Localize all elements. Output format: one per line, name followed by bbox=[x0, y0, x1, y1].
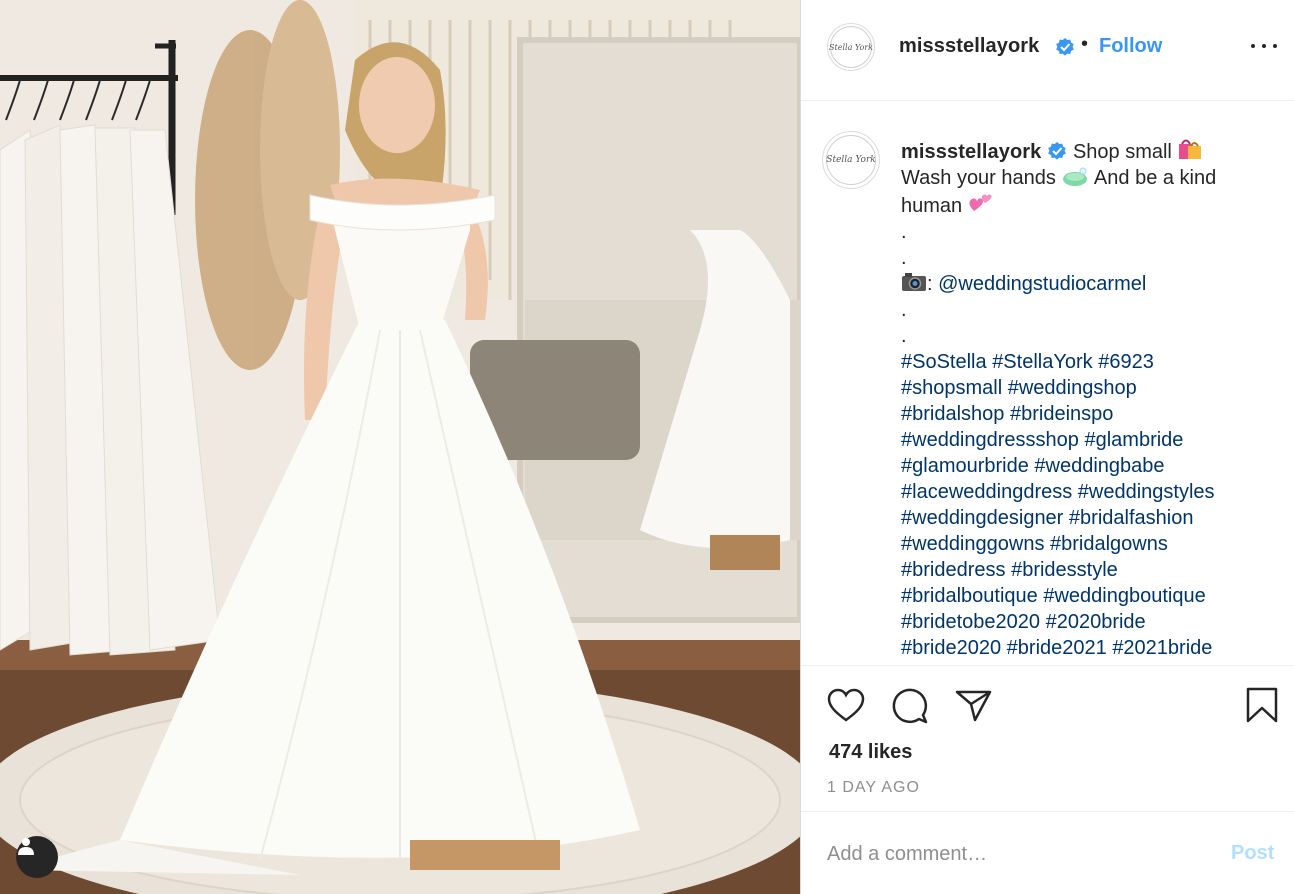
caption-dot-2: . bbox=[901, 247, 907, 269]
caption-area: Stella York missstellayork Shop small Wa… bbox=[801, 101, 1294, 666]
header-username[interactable]: missstellayork bbox=[899, 35, 1039, 58]
post-header: Stella York missstellayork • Follow bbox=[801, 0, 1294, 101]
hashtag-link[interactable]: #bridalshop bbox=[901, 403, 1004, 425]
verified-badge-icon bbox=[1056, 38, 1074, 56]
hashtag-line: #bridalboutique #weddingboutique bbox=[901, 583, 1281, 609]
post-comment-button[interactable]: Post bbox=[1231, 842, 1274, 865]
hashtag-link[interactable]: #weddingdressshop bbox=[901, 429, 1079, 451]
hashtag-line: #bridedress #bridesstyle bbox=[901, 557, 1281, 583]
avatar-logo-text: Stella York bbox=[829, 26, 873, 68]
hashtag-line: #weddingdressshop #glambride bbox=[901, 427, 1281, 453]
hashtag-link[interactable]: #2021bride bbox=[1112, 637, 1212, 659]
hashtag-link[interactable]: #weddinggowns bbox=[901, 533, 1044, 555]
caption-dot-1: . bbox=[901, 221, 907, 243]
hashtag-link[interactable]: #bride2020 bbox=[901, 637, 1001, 659]
hashtag-line: #bride2020 #bride2021 #2021bride bbox=[901, 635, 1281, 661]
comment-input[interactable] bbox=[827, 838, 1207, 870]
soap-icon bbox=[1063, 167, 1088, 186]
bookmark-icon[interactable] bbox=[1245, 686, 1279, 724]
caption-avatar-logo-text: Stella York bbox=[826, 135, 876, 185]
profile-avatar[interactable]: Stella York bbox=[827, 23, 875, 71]
follow-button[interactable]: Follow bbox=[1099, 35, 1162, 58]
hashtag-link[interactable]: #glambride bbox=[1084, 429, 1183, 451]
caption-dot-4: . bbox=[901, 325, 907, 347]
hashtag-link[interactable]: #weddingdesigner bbox=[901, 507, 1063, 529]
caption-line-1: missstellayork Shop small bbox=[901, 137, 1281, 165]
two-hearts-icon bbox=[969, 194, 992, 211]
hashtag-link[interactable]: #bride2021 bbox=[1007, 637, 1107, 659]
separator-dot: • bbox=[1081, 33, 1089, 55]
hashtag-link[interactable]: #weddingboutique bbox=[1043, 585, 1205, 607]
hashtag-list: #SoStella #StellaYork #6923 #shopsmall #w… bbox=[901, 349, 1281, 661]
caption-username[interactable]: missstellayork bbox=[901, 141, 1041, 163]
hashtag-link[interactable]: #weddingstyles bbox=[1078, 481, 1215, 503]
caption-text-kind: And be a kind bbox=[1093, 167, 1217, 189]
hashtag-link[interactable]: #bridalfashion bbox=[1069, 507, 1194, 529]
hashtag-link[interactable]: #weddingbabe bbox=[1034, 455, 1164, 477]
user-tag-icon bbox=[18, 838, 34, 855]
post-side-panel: Stella York missstellayork • Follow Stel… bbox=[800, 0, 1294, 894]
hashtag-link[interactable]: #StellaYork bbox=[992, 351, 1092, 373]
caption-text-shop-small: Shop small bbox=[1072, 141, 1172, 163]
hashtag-link[interactable]: #6923 bbox=[1098, 351, 1154, 373]
hashtag-link[interactable]: #bridetobe2020 bbox=[901, 611, 1040, 633]
verified-badge-icon bbox=[1048, 142, 1067, 160]
hashtag-link[interactable]: #bridalboutique bbox=[901, 585, 1038, 607]
caption-line-3: human bbox=[901, 191, 1281, 219]
hashtag-line: #weddinggowns #bridalgowns bbox=[901, 531, 1281, 557]
camera-icon bbox=[902, 273, 926, 291]
hashtag-link[interactable]: #shopsmall bbox=[901, 377, 1002, 399]
caption-line-2: Wash your hands And be a kind bbox=[901, 165, 1281, 191]
bridal-photo-illustration bbox=[0, 0, 800, 894]
likes-count[interactable]: 474 likes bbox=[829, 741, 912, 764]
photographer-mention-link[interactable]: @weddingstudiocarmel bbox=[938, 273, 1146, 295]
credit-colon: : bbox=[927, 273, 933, 295]
post-photo[interactable] bbox=[0, 0, 800, 894]
post-caption: missstellayork Shop small Wash your hand… bbox=[901, 137, 1281, 661]
hashtag-link[interactable]: #bridalgowns bbox=[1050, 533, 1168, 555]
hashtag-line: #SoStella #StellaYork #6923 bbox=[901, 349, 1281, 375]
hashtag-link[interactable]: #SoStella bbox=[901, 351, 987, 373]
hashtag-link[interactable]: #laceweddingdress bbox=[901, 481, 1072, 503]
heart-icon[interactable] bbox=[827, 688, 865, 724]
hashtag-link[interactable]: #weddingshop bbox=[1008, 377, 1137, 399]
hashtag-line: #weddingdesigner #bridalfashion bbox=[901, 505, 1281, 531]
caption-dot-3: . bbox=[901, 299, 907, 321]
caption-text-wash-hands: Wash your hands bbox=[901, 167, 1056, 189]
hashtag-link[interactable]: #bridedress bbox=[901, 559, 1006, 581]
paper-plane-icon[interactable] bbox=[955, 688, 993, 724]
hashtag-link[interactable]: #2020bride bbox=[1046, 611, 1146, 633]
hashtag-line: #glamourbride #weddingbabe bbox=[901, 453, 1281, 479]
caption-avatar[interactable]: Stella York bbox=[822, 131, 880, 189]
hashtag-line: #shopsmall #weddingshop bbox=[901, 375, 1281, 401]
shopping-bags-icon bbox=[1179, 139, 1202, 159]
comment-bubble-icon[interactable] bbox=[891, 687, 929, 725]
more-options-icon[interactable] bbox=[1251, 36, 1277, 56]
hashtag-link[interactable]: #bridesstyle bbox=[1011, 559, 1118, 581]
user-tag-button[interactable] bbox=[16, 836, 58, 878]
caption-text-human: human bbox=[901, 195, 963, 217]
hashtag-line: #laceweddingdress #weddingstyles bbox=[901, 479, 1281, 505]
hashtag-line: #bridalshop #brideinspo bbox=[901, 401, 1281, 427]
post-timestamp[interactable]: 1 DAY AGO bbox=[827, 779, 920, 797]
caption-photo-credit: : @weddingstudiocarmel bbox=[901, 271, 1281, 297]
hashtag-line: #bridetobe2020 #2020bride bbox=[901, 609, 1281, 635]
hashtag-link[interactable]: #brideinspo bbox=[1010, 403, 1113, 425]
hashtag-link[interactable]: #glamourbride bbox=[901, 455, 1029, 477]
